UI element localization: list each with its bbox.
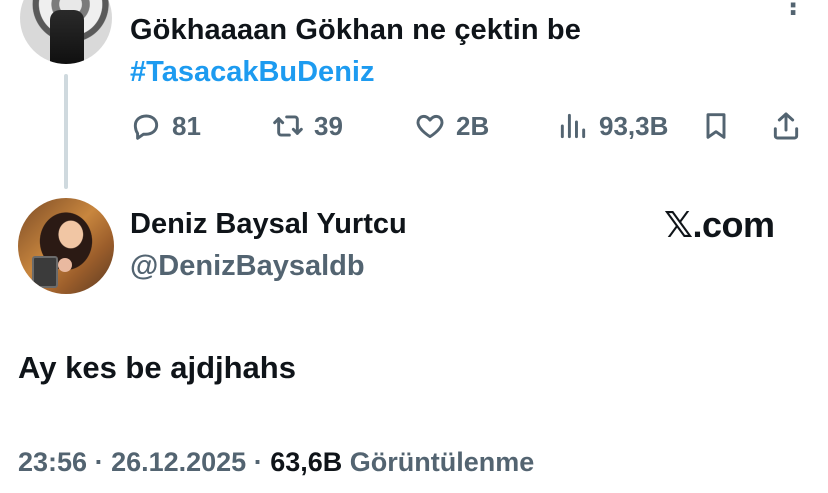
views-icon [560,113,586,139]
views-button[interactable]: 93,3B [557,110,668,142]
retweet-button[interactable]: 39 [272,110,343,142]
bookmark-icon [706,113,726,139]
reply-count: 81 [172,110,201,141]
parent-avatar[interactable] [20,0,112,64]
tweet-views-label: Görüntülenme [349,447,535,477]
x-com-watermark: 𝕏.com [664,204,775,245]
author-handle[interactable]: @DenizBaysaldb [130,250,365,283]
share-button[interactable] [770,110,802,142]
parent-tweet-hashtag-link[interactable]: #TasacakBuDeniz [130,56,374,89]
retweet-icon [273,115,303,137]
bookmark-button[interactable] [700,110,732,142]
tweet-views-count: 63,6B [270,447,343,477]
like-icon [416,114,444,139]
more-options-icon[interactable]: ⋮ [780,0,806,21]
share-icon [773,112,799,140]
author-display-name[interactable]: Deniz Baysal Yurtcu [130,208,407,241]
retweet-count: 39 [314,110,343,141]
meta-separator: · [246,447,271,477]
like-count: 2B [456,110,490,141]
like-button[interactable]: 2B [414,110,489,142]
author-avatar[interactable] [18,198,114,294]
tweet-metadata-line: 23:56 · 26.12.2025 · 63,6B Görüntülenme [18,447,534,478]
reply-icon [133,114,159,140]
parent-tweet-action-bar: 81 39 2B 93,3B [0,110,828,150]
views-count: 93,3B [599,110,669,141]
parent-tweet-text: Gökhaaaan Gökhan ne çektin be [130,14,581,46]
reply-button[interactable]: 81 [130,110,201,142]
tweet-time[interactable]: 23:56 [18,447,87,477]
tweet-date[interactable]: 26.12.2025 [111,447,246,477]
tweet-thread-view: ⋮ Gökhaaaan Gökhan ne çektin be #Tasacak… [0,0,828,493]
main-tweet-text: Ay kes be ajdjhahs [18,350,296,385]
meta-separator: · [87,447,112,477]
